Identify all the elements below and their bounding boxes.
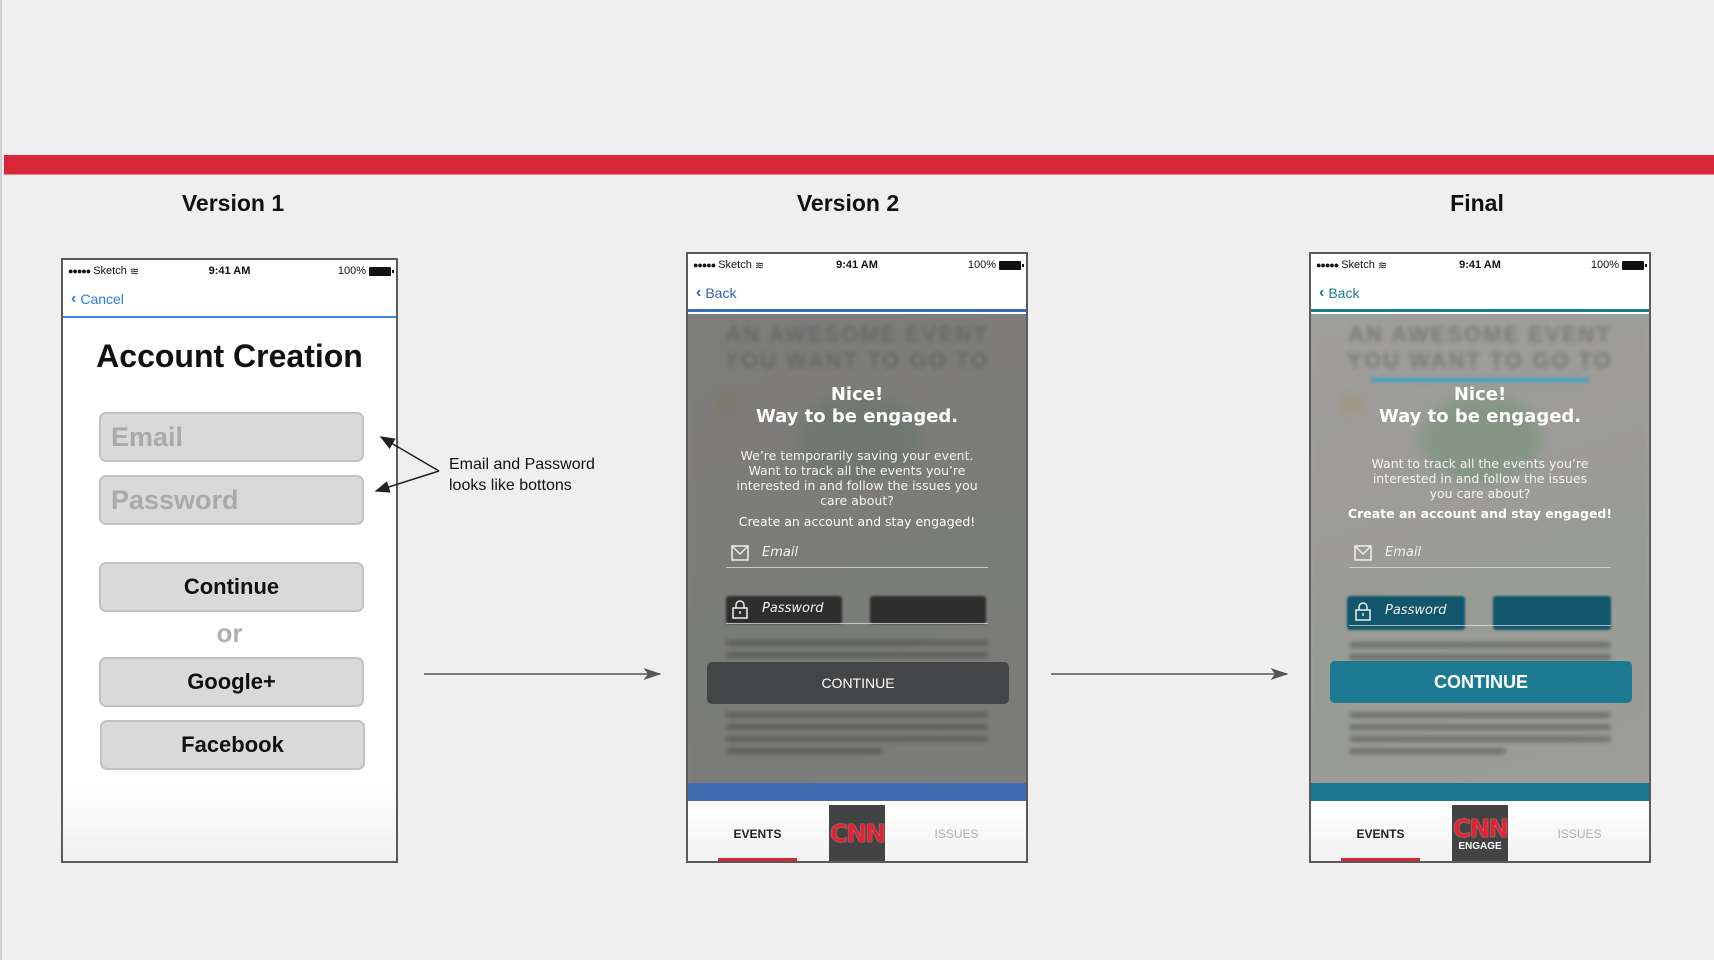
cta-text: Create an account and stay engaged! (738, 514, 976, 529)
lock-icon (1355, 601, 1371, 621)
nice-line-1: Nice! (1453, 384, 1507, 405)
back-button[interactable]: Back (1328, 285, 1359, 301)
envelope-icon (731, 544, 749, 561)
battery-percent: 100% (1590, 259, 1619, 271)
google-button[interactable]: Google+ (99, 657, 364, 707)
nav-bar: ‹ Back (1311, 276, 1649, 312)
carrier-label: Sketch (718, 259, 752, 271)
status-time: 9:41 AM (1459, 259, 1501, 271)
annotation-note: Email and Password looks like bottons (449, 454, 595, 496)
blurred-link (1371, 378, 1589, 382)
tab-events[interactable]: EVENTS (1311, 801, 1450, 861)
wifi-icon: ≋ (1377, 259, 1388, 272)
carrier-label: Sketch (93, 265, 127, 277)
cancel-button[interactable]: Cancel (80, 291, 124, 307)
battery-icon (999, 260, 1024, 270)
continue-button[interactable]: CONTINUE (1330, 661, 1632, 703)
nice-heading: Nice! Way to be engaged. (1311, 384, 1649, 428)
envelope-icon (1354, 544, 1372, 561)
password-input[interactable]: Password (726, 594, 988, 624)
accent-stripe (688, 783, 1026, 801)
nice-line-1: Nice! (830, 384, 884, 405)
signal-icon: ●●●●● (68, 266, 91, 276)
status-time: 9:41 AM (836, 259, 878, 271)
cnn-logo-text: CNN (829, 818, 886, 848)
header-red-bar (4, 155, 1714, 175)
back-button[interactable]: Back (705, 285, 736, 301)
message-text: We’re temporarily saving your event. Wan… (736, 448, 978, 508)
nav-bar: ‹ Back (688, 276, 1026, 312)
email-placeholder: Email (762, 545, 799, 560)
tab-events[interactable]: EVENTS (688, 801, 827, 861)
facebook-button[interactable]: Facebook (100, 720, 365, 770)
cnn-logo[interactable]: CNN (829, 805, 886, 861)
nice-line-2: Way to be engaged. (755, 406, 959, 427)
nice-heading: Nice! Way to be engaged. (688, 384, 1026, 428)
chevron-left-icon: ‹ (71, 290, 77, 307)
accent-stripe (1311, 783, 1649, 801)
signal-icon: ●●●●● (693, 260, 716, 270)
or-separator: or (216, 618, 243, 648)
phone-version-2: ●●●●●Sketch≋ 9:41 AM 100% ‹ Back AN AWES… (686, 252, 1028, 863)
email-input[interactable]: Email (1349, 538, 1611, 568)
battery-percent: 100% (967, 259, 996, 271)
continue-button[interactable]: CONTINUE (707, 662, 1009, 704)
annotation-line-1: Email and Password (449, 456, 595, 473)
battery-icon (369, 266, 394, 276)
annotation-line-2: looks like bottons (449, 477, 572, 494)
tab-issues[interactable]: ISSUES (1510, 801, 1649, 861)
modal-body: AN AWESOME EVENT YOU WANT TO GO TO Nice!… (1311, 314, 1649, 801)
wifi-icon: ≋ (754, 259, 765, 272)
battery-icon (1622, 260, 1647, 270)
tab-issues[interactable]: ISSUES (887, 801, 1026, 861)
password-field[interactable]: Password (99, 475, 364, 525)
chevron-left-icon: ‹ (696, 283, 702, 301)
cnn-engage-logo[interactable]: CNN ENGAGE (1452, 805, 1509, 861)
status-bar: ●●●●● Sketch ≋ 9:41 AM 100% (63, 260, 396, 282)
email-field[interactable]: Email (99, 412, 364, 462)
page-title: Account Creation (96, 338, 363, 374)
chevron-left-icon: ‹ (1319, 283, 1325, 301)
email-placeholder: Email (1385, 545, 1422, 560)
version-2-title: Version 2 (796, 190, 900, 216)
blurred-description (726, 634, 988, 664)
signal-icon: ●●●●● (1316, 260, 1339, 270)
blurred-description-2 (1349, 706, 1611, 760)
phone-final: ●●●●●Sketch≋ 9:41 AM 100% ‹ Back AN AWES… (1309, 252, 1651, 863)
password-input[interactable]: Password (1349, 596, 1611, 626)
cnn-logo-text: CNN (1452, 814, 1509, 843)
status-time: 9:41 AM (208, 265, 251, 277)
engage-label: ENGAGE (1458, 841, 1502, 852)
password-placeholder: Password (762, 601, 824, 616)
wifi-icon: ≋ (129, 265, 140, 278)
nice-line-2: Way to be engaged. (1378, 406, 1582, 427)
phone-version-1: ●●●●● Sketch ≋ 9:41 AM 100% ‹ Cancel Accou… (61, 258, 398, 863)
lock-icon (732, 599, 748, 619)
nav-bar: ‹ Cancel (63, 282, 396, 318)
carrier-label: Sketch (1341, 259, 1375, 271)
final-title: Final (1450, 190, 1504, 216)
modal-body: AN AWESOME EVENT YOU WANT TO GO TO Nice!… (688, 314, 1026, 801)
email-input[interactable]: Email (726, 538, 988, 568)
blurred-description-2 (726, 706, 988, 760)
battery-percent: 100% (337, 265, 366, 277)
version-1-title: Version 1 (181, 190, 285, 216)
status-bar: ●●●●● Sketch ≋ 9:41 AM 100% (1311, 254, 1649, 276)
continue-button[interactable]: Continue (99, 562, 364, 612)
password-placeholder: Password (1385, 603, 1447, 618)
cta-text: Create an account and stay engaged! (1347, 506, 1613, 521)
status-bar: ●●●●● Sketch ≋ 9:41 AM 100% (688, 254, 1026, 276)
message-text: Want to track all the events you’re inte… (1371, 456, 1589, 501)
